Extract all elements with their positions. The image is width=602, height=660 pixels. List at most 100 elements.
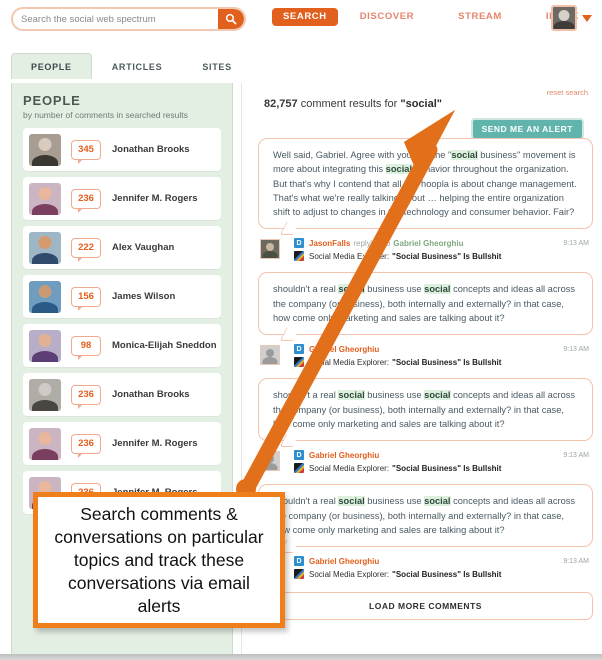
- commenter-avatar: [260, 345, 280, 366]
- comment-source-line: Social Media Explorer: "Social Business" …: [294, 463, 593, 474]
- avatar-face: [266, 243, 274, 252]
- tab-people[interactable]: PEOPLE: [11, 53, 92, 79]
- person-name: Monica-Elijah Sneddon: [112, 340, 217, 351]
- reply-label: replying to: [353, 238, 391, 248]
- highlighted-term: social: [338, 390, 365, 401]
- send-me-an-alert-button[interactable]: SEND ME AN ALERT: [470, 118, 584, 140]
- person-list-item[interactable]: 236 Jennifer M. Rogers: [23, 177, 221, 220]
- comment-text: shouldn't a real: [273, 284, 339, 295]
- results-label: comment results for: [297, 98, 401, 110]
- source-site-name[interactable]: Social Media Explorer:: [309, 464, 389, 473]
- source-site-name[interactable]: Social Media Explorer:: [309, 358, 389, 367]
- comment-meta-body: D Gabriel Gheorghiu 9:13 AM Social Media Ex…: [294, 556, 593, 580]
- comment-feed[interactable]: Well said, Gabriel. Agree with you that …: [258, 138, 593, 660]
- tab-sites[interactable]: SITES: [182, 53, 252, 79]
- person-avatar: [29, 133, 61, 166]
- search-input[interactable]: [13, 9, 218, 29]
- avatar-body: [262, 357, 278, 365]
- search-submit-button[interactable]: [218, 9, 244, 29]
- chevron-down-icon[interactable]: [582, 14, 592, 22]
- person-list-item[interactable]: 236 Jonathan Brooks: [23, 373, 221, 416]
- avatar-body: [553, 21, 575, 29]
- reply-target[interactable]: Gabriel Gheorghiu: [393, 239, 463, 248]
- comment-timestamp: 9:13 AM: [563, 239, 589, 247]
- person-avatar: [29, 329, 61, 362]
- avatar-face: [38, 431, 52, 445]
- nav-item-search[interactable]: SEARCH: [272, 8, 338, 26]
- comment-author[interactable]: JasonFalls: [309, 239, 350, 248]
- comment-bubble[interactable]: Well said, Gabriel. Agree with you that …: [258, 138, 593, 230]
- app-window: SEARCH DISCOVER STREAM INBOX PEOPLE ARTI…: [0, 0, 602, 660]
- comment-author[interactable]: Gabriel Gheorghiu: [309, 451, 379, 460]
- source-article-title[interactable]: "Social Business" Is Bullshit: [392, 252, 501, 261]
- avatar-face: [558, 10, 570, 21]
- avatar-body: [32, 448, 58, 460]
- comment-author[interactable]: Gabriel Gheorghiu: [309, 557, 379, 566]
- person-avatar: [29, 378, 61, 411]
- nav-item-stream[interactable]: STREAM: [436, 8, 524, 26]
- comment-count-badge: 236: [71, 433, 101, 458]
- person-list-item[interactable]: 98 Monica-Elijah Sneddon: [23, 324, 221, 367]
- reset-search-link[interactable]: reset search: [547, 88, 588, 97]
- load-more-comments-button[interactable]: LOAD MORE COMMENTS: [258, 592, 593, 621]
- search-bar[interactable]: [11, 7, 246, 31]
- tab-articles[interactable]: ARTICLES: [92, 53, 183, 79]
- person-avatar: [29, 182, 61, 215]
- person-name: Jennifer M. Rogers: [112, 193, 198, 204]
- avatar-body: [262, 463, 278, 471]
- site-favicon-icon: [294, 463, 304, 474]
- source-site-name[interactable]: Social Media Explorer:: [309, 252, 389, 261]
- source-article-title[interactable]: "Social Business" Is Bullshit: [392, 570, 501, 579]
- person-list-item[interactable]: 156 James Wilson: [23, 275, 221, 318]
- comment-text: business use: [364, 496, 425, 507]
- person-list-item[interactable]: 222 Alex Vaughan: [23, 226, 221, 269]
- commenter-avatar: [260, 451, 280, 472]
- site-favicon-icon: [294, 569, 304, 580]
- avatar-face: [38, 235, 52, 249]
- avatar-face: [38, 284, 52, 298]
- comment-timestamp: 9:13 AM: [563, 557, 589, 565]
- source-article-title[interactable]: "Social Business" Is Bullshit: [392, 358, 501, 367]
- comment-bubble[interactable]: shouldn't a real social business use soc…: [258, 272, 593, 336]
- avatar[interactable]: [551, 5, 577, 31]
- top-bar: SEARCH DISCOVER STREAM INBOX: [0, 0, 602, 47]
- comment-bubble[interactable]: shouldn't a real social business use soc…: [258, 484, 593, 548]
- highlighted-term: social: [451, 150, 478, 160]
- person-avatar: [29, 231, 61, 264]
- results-panel: reset search 82,757 comment results for …: [241, 83, 602, 660]
- sidebar-title: PEOPLE: [23, 93, 81, 108]
- comment-author[interactable]: Gabriel Gheorghiu: [309, 345, 379, 354]
- comment-meta: D Gabriel Gheorghiu 9:13 AM Social Media Ex…: [258, 547, 593, 590]
- avatar-body: [32, 399, 58, 411]
- person-name: James Wilson: [112, 291, 176, 302]
- window-bottom-edge: [0, 654, 602, 660]
- disqus-icon: D: [294, 450, 304, 461]
- comment-text: business use: [364, 284, 425, 295]
- comment-count-badge: 345: [71, 139, 101, 164]
- person-list-item[interactable]: 236 Jennifer M. Rogers: [23, 422, 221, 465]
- annotation-callout-text: Search comments & conversations on parti…: [54, 503, 264, 616]
- person-name: Jennifer M. Rogers: [112, 438, 198, 449]
- comment-author-line: D JasonFalls replying to Gabriel Gheorghiu 9…: [294, 238, 593, 249]
- person-avatar: [29, 280, 61, 313]
- comment-author-line: D Gabriel Gheorghiu 9:13 AM: [294, 450, 593, 461]
- avatar-face: [266, 455, 274, 464]
- comment-meta: D Gabriel Gheorghiu 9:13 AM Social Media Ex…: [258, 441, 593, 484]
- account-menu[interactable]: [551, 5, 592, 31]
- annotation-callout: Search comments & conversations on parti…: [33, 492, 285, 628]
- comment-meta-body: D Gabriel Gheorghiu 9:13 AM Social Media Ex…: [294, 344, 593, 368]
- avatar-face: [38, 186, 52, 200]
- comment-source-line: Social Media Explorer: "Social Business" …: [294, 569, 593, 580]
- person-list-item[interactable]: 345 Jonathan Brooks: [23, 128, 221, 171]
- source-site-name[interactable]: Social Media Explorer:: [309, 570, 389, 579]
- comment-meta: D Gabriel Gheorghiu 9:13 AM Social Media Ex…: [258, 335, 593, 378]
- comment-author-line: D Gabriel Gheorghiu 9:13 AM: [294, 344, 593, 355]
- nav-item-discover[interactable]: DISCOVER: [338, 8, 436, 26]
- comment-author-line: D Gabriel Gheorghiu 9:13 AM: [294, 556, 593, 567]
- source-article-title[interactable]: "Social Business" Is Bullshit: [392, 464, 501, 473]
- comment-timestamp: 9:13 AM: [563, 451, 589, 459]
- comment-source-line: Social Media Explorer: "Social Business" …: [294, 357, 593, 368]
- comment-count-badge: 156: [71, 286, 101, 311]
- comment-bubble[interactable]: shouldn't a real social business use soc…: [258, 378, 593, 442]
- avatar-body: [32, 203, 58, 215]
